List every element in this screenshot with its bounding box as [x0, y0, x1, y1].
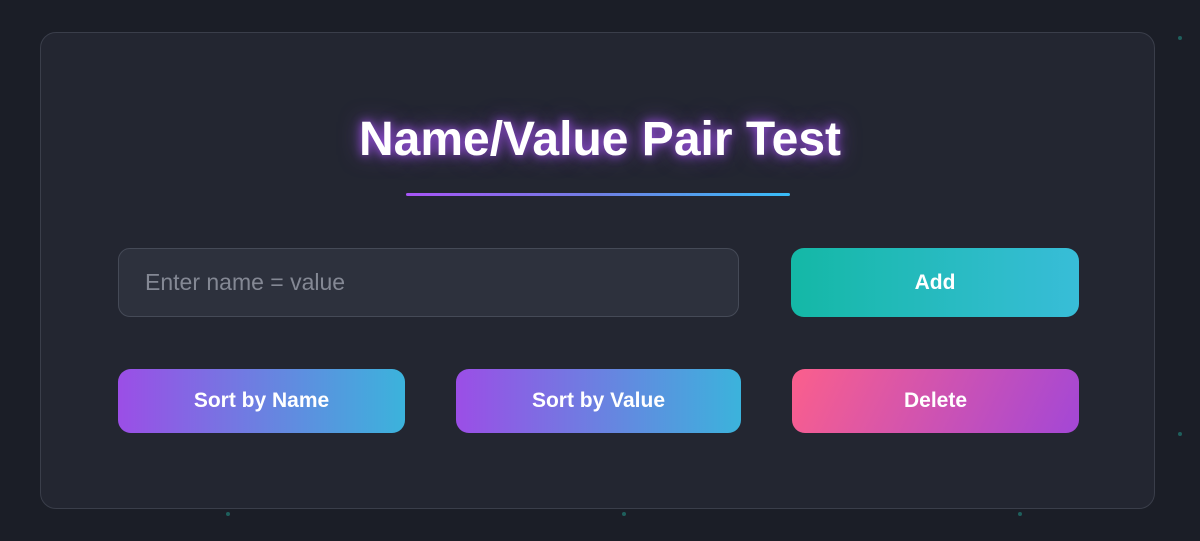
background-dot [1178, 432, 1182, 436]
sort-by-name-button[interactable]: Sort by Name [118, 369, 405, 433]
name-value-input[interactable] [118, 248, 739, 317]
background-dot [1018, 512, 1022, 516]
delete-button[interactable]: Delete [792, 369, 1079, 433]
background-dot [1178, 36, 1182, 40]
page-title: Name/Value Pair Test [358, 113, 841, 166]
add-button[interactable]: Add [791, 248, 1079, 317]
page-background: Name/Value Pair Test Add Sort by Name So… [0, 0, 1200, 541]
background-dot [226, 512, 230, 516]
background-dot [622, 512, 626, 516]
sort-by-value-button[interactable]: Sort by Value [456, 369, 741, 433]
title-underline [406, 193, 790, 196]
